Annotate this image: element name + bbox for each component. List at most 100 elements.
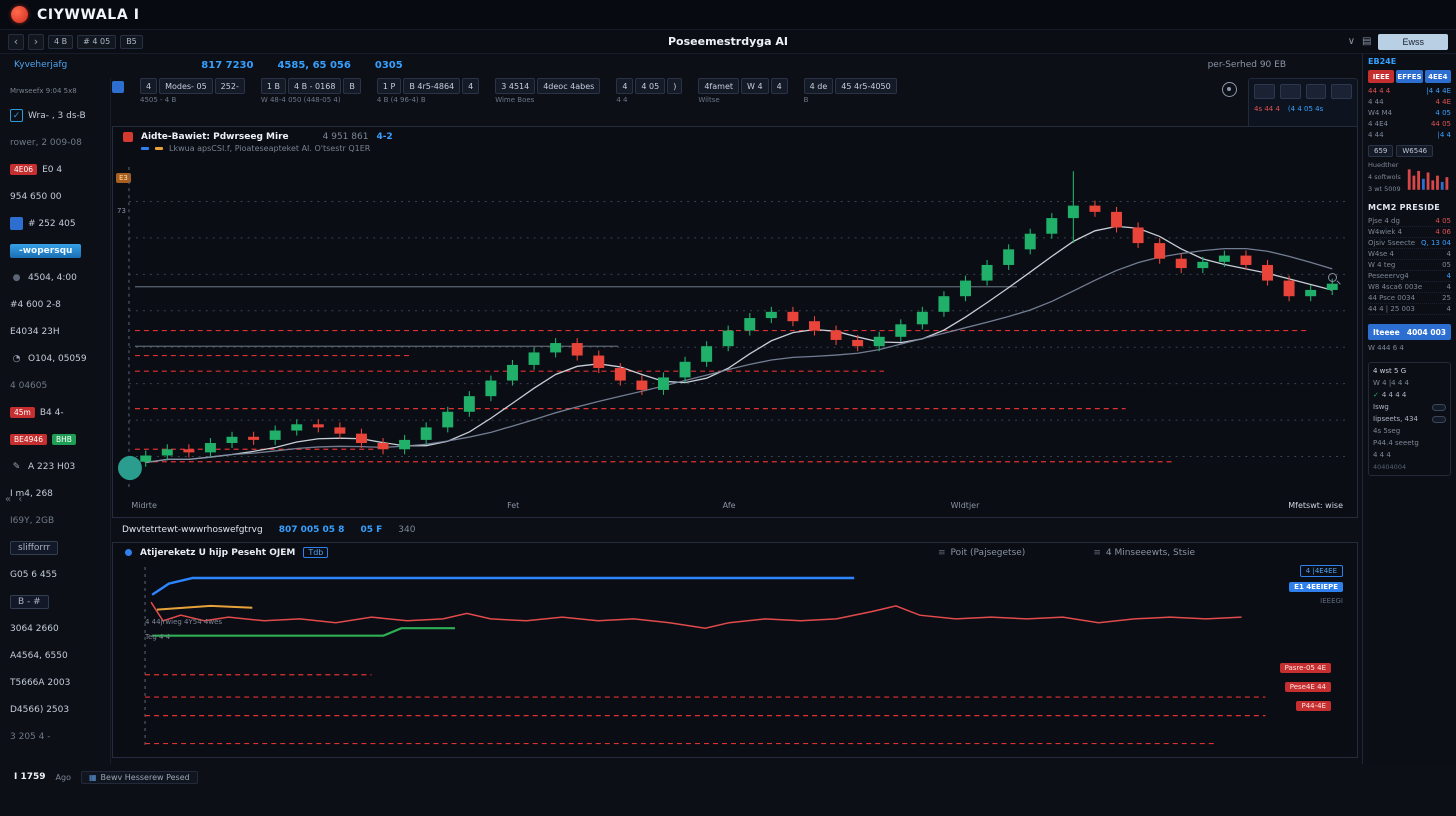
legend-swatch-orange: [155, 147, 163, 150]
panel-tab[interactable]: 659: [1368, 145, 1393, 157]
toggle-row[interactable]: Iswg: [1373, 403, 1446, 411]
toolbar-button[interactable]: 4 05: [635, 78, 665, 94]
preset-button[interactable]: [1331, 84, 1352, 99]
check-icon: ✓: [1373, 391, 1379, 399]
watchlist-item[interactable]: G05 6 455: [0, 561, 110, 588]
trade-button[interactable]: 4EE4: [1425, 70, 1451, 83]
toolbar-button[interactable]: 4 B - 0168: [288, 78, 341, 94]
settings-check-row[interactable]: ✓4 4 4 4: [1373, 391, 1446, 399]
toolbar-button[interactable]: 1 P: [377, 78, 401, 94]
candlestick-chart[interactable]: [117, 165, 1353, 493]
preset-button[interactable]: [1254, 84, 1275, 99]
back-button[interactable]: ‹: [8, 34, 24, 50]
watchlist-item[interactable]: #4 600 2-8: [0, 291, 110, 318]
order-field-row[interactable]: W4wiek 4 4 06: [1368, 227, 1451, 238]
chevron-down-icon[interactable]: [1348, 36, 1355, 47]
watchlist-item[interactable]: A4564, 6550: [0, 642, 110, 669]
order-field-row[interactable]: Ojsiv Sseecte Q, 13 04: [1368, 238, 1451, 249]
watchlist-item[interactable]: BE4946 BHB: [0, 426, 110, 453]
order-field-row[interactable]: W 4 teg 05: [1368, 260, 1451, 271]
gear-icon[interactable]: [1222, 82, 1237, 97]
indicator-side-chip-solid[interactable]: E1 4EEIEPE: [1289, 582, 1343, 592]
layout-grid-icon[interactable]: [1362, 36, 1371, 47]
toolbar-button[interactable]: 252-: [215, 78, 245, 94]
watchlist-item[interactable]: B - #: [0, 588, 110, 615]
preset-button[interactable]: [1306, 84, 1327, 99]
check-row-label: 4 4 4 4: [1382, 391, 1407, 399]
toolbar-button[interactable]: ): [667, 78, 682, 94]
toolbar-button[interactable]: 3 4514: [495, 78, 535, 94]
watchlist-item[interactable]: 4E06 E0 4: [0, 156, 110, 183]
indicator-side-chip-outline[interactable]: 4 |4E4EE: [1300, 565, 1343, 577]
collapse-sidebar-button[interactable]: « ‹: [5, 494, 24, 505]
share-button[interactable]: Ewss: [1378, 34, 1448, 50]
watchlist-item[interactable]: 3064 2660: [0, 615, 110, 642]
toolbar-button[interactable]: B: [343, 78, 361, 94]
order-field-row[interactable]: W4se 4 4: [1368, 249, 1451, 260]
field-label: Pjse 4 dg: [1368, 217, 1400, 225]
watchlist-item[interactable]: O104, 05059: [0, 345, 110, 372]
watchlist-item[interactable]: E4034 23H: [0, 318, 110, 345]
oscillator-chart[interactable]: [117, 565, 1353, 751]
toggle-switch[interactable]: [1432, 404, 1446, 411]
toolbar-button[interactable]: Modes- 05: [159, 78, 213, 94]
watchlist-item[interactable]: 4 04605: [0, 372, 110, 399]
menubar-chip[interactable]: # 4 05: [77, 35, 116, 49]
instrument-label: T5666A 2003: [10, 678, 70, 688]
menubar-chip[interactable]: B5: [120, 35, 143, 49]
mini-stat-label: 3 wt 5009: [1368, 185, 1403, 193]
watchlist-item[interactable]: # 252 405: [0, 210, 110, 237]
watchlist-item[interactable]: rower, 2 009-08: [0, 129, 110, 156]
trade-button[interactable]: EFFES: [1396, 70, 1422, 83]
toolbar-group-label: B: [804, 96, 897, 104]
watchlist-item[interactable]: 954 650 00: [0, 183, 110, 210]
toggle-switch[interactable]: [1432, 416, 1446, 423]
order-field-row[interactable]: Peseeervg4 4: [1368, 271, 1451, 282]
watchlist-item[interactable]: 3 205 4 -: [0, 723, 110, 750]
watchlist-item[interactable]: T5666A 2003: [0, 669, 110, 696]
status-chip[interactable]: Bewv Hesserew Pesed: [81, 771, 198, 784]
order-field-row[interactable]: 44 4 | 25 003 4: [1368, 304, 1451, 315]
indicator-title: Atijereketz U hijp Peseht OJEM: [140, 548, 295, 558]
toolbar-button[interactable]: 4 de: [804, 78, 834, 94]
toggle-row[interactable]: Iipseets, 434: [1373, 415, 1446, 423]
settings-footer-1: 4s 5seg: [1373, 427, 1446, 435]
watchlist-item[interactable]: 4504, 4:00: [0, 264, 110, 291]
watchlist-item[interactable]: A 223 H03: [0, 453, 110, 480]
watchlist-item[interactable]: 45m B4 4-: [0, 399, 110, 426]
watchlist-item[interactable]: slifforrr: [0, 534, 110, 561]
toolbar-button[interactable]: B 4r5-4864: [403, 78, 460, 94]
preset-caption-blue: (4 4 05 4s: [1288, 105, 1323, 113]
toolbar-button[interactable]: 4: [140, 78, 157, 94]
watchlist-item[interactable]: I69Y, 2GB: [0, 507, 110, 534]
pin-icon[interactable]: [112, 81, 124, 93]
trade-button[interactable]: IEEE: [1368, 70, 1394, 83]
watchlist-item[interactable]: D4566) 2503: [0, 696, 110, 723]
toolbar-button[interactable]: 4deoc 4abes: [537, 78, 600, 94]
toolbar-button[interactable]: 4: [616, 78, 633, 94]
watchlist-item[interactable]: -wopersqu: [0, 237, 110, 264]
order-field-row[interactable]: 44 Psce 0034 25: [1368, 293, 1451, 304]
summary-value-2: 05 F: [360, 525, 382, 535]
menubar-chip[interactable]: 4 B: [48, 35, 73, 49]
submit-order-button[interactable]: Iteeee 4004 003: [1368, 324, 1451, 340]
watchlist-item[interactable]: Mrwseefx 9:04 5x8: [0, 80, 110, 102]
order-field-row[interactable]: W8 4sca6 003e 4: [1368, 282, 1451, 293]
indicator-chip[interactable]: Tdb: [303, 547, 328, 558]
toolbar-group-label: Wime Boes: [495, 96, 600, 104]
order-field-row[interactable]: Pjse 4 dg 4 05: [1368, 216, 1451, 227]
toolbar-button[interactable]: 4famet: [698, 78, 739, 94]
panel-tab[interactable]: W6546: [1396, 145, 1433, 157]
toolbar-button[interactable]: 4: [771, 78, 788, 94]
toolbar-button[interactable]: 4: [462, 78, 479, 94]
watchlist-item[interactable]: Wra- , 3 ds-B: [0, 102, 110, 129]
chart-value: 4 951 861: [323, 132, 369, 142]
toolbar-button[interactable]: 1 B: [261, 78, 286, 94]
field-label: W 4 teg: [1368, 261, 1395, 269]
preset-button[interactable]: [1280, 84, 1301, 99]
zoom-icon[interactable]: [1328, 273, 1337, 282]
symbol-link[interactable]: Kyveherjafg: [14, 60, 67, 70]
forward-button[interactable]: ›: [28, 34, 44, 50]
toolbar-button[interactable]: 45 4r5-4050: [835, 78, 896, 94]
toolbar-button[interactable]: W 4: [741, 78, 769, 94]
